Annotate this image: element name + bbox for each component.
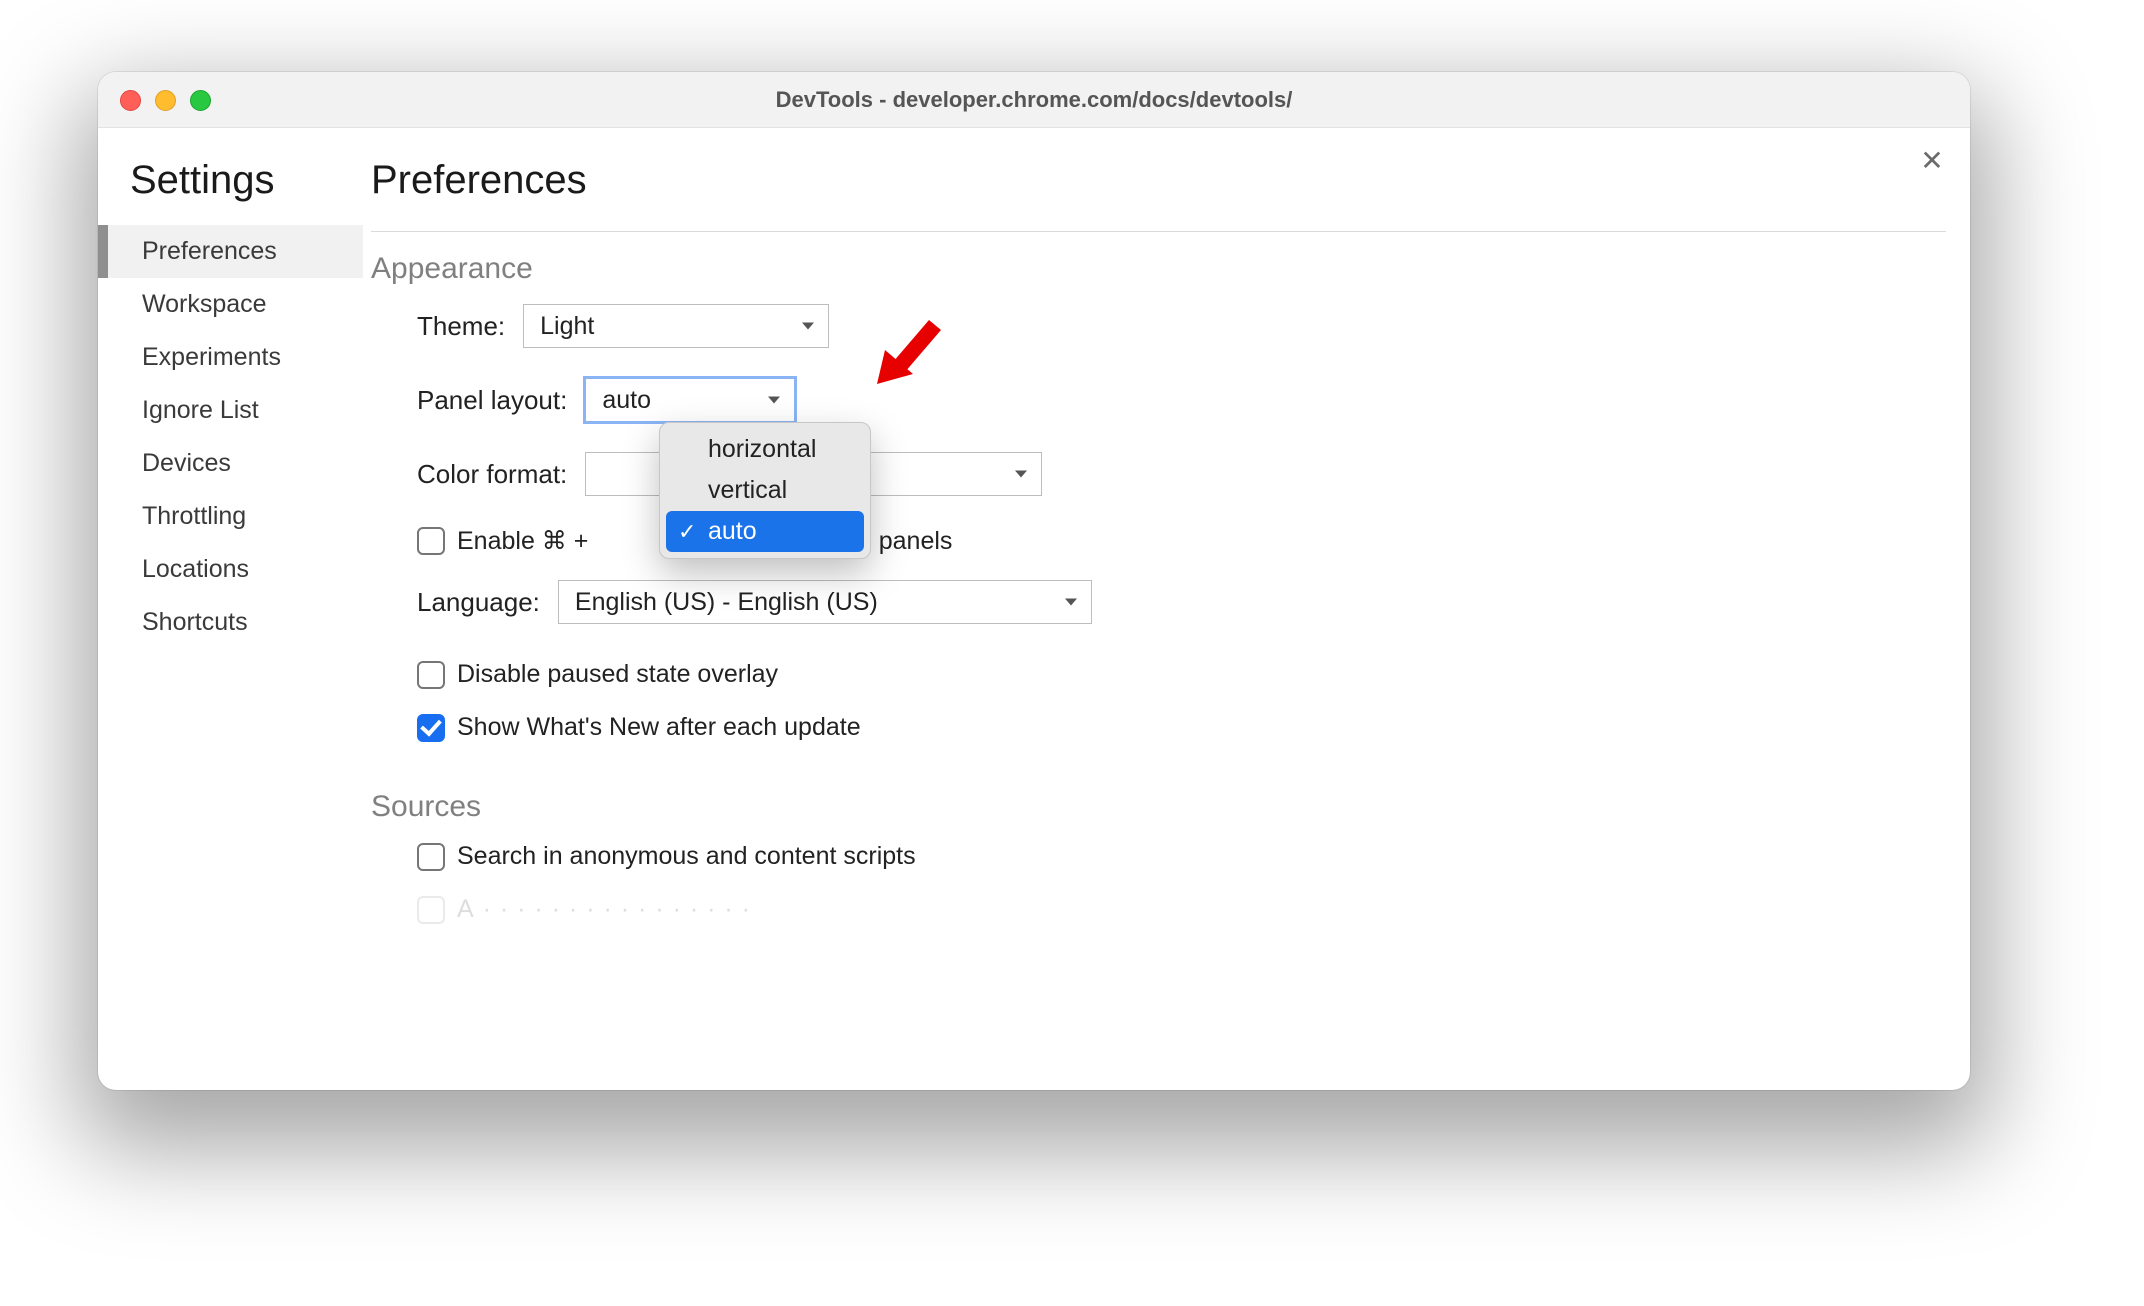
sidebar-item-throttling[interactable]: Throttling <box>98 490 363 543</box>
row-search-anon[interactable]: Search in anonymous and content scripts <box>417 842 1942 871</box>
settings-body: Settings PreferencesWorkspaceExperiments… <box>98 128 1970 1090</box>
theme-select[interactable]: Light <box>523 304 829 348</box>
panel-layout-select[interactable]: auto <box>585 378 795 422</box>
panel-layout-value: auto <box>602 386 651 415</box>
row-color-format: Color format: <box>417 452 1942 496</box>
annotation-arrow-icon <box>871 314 945 390</box>
whats-new-label: Show What's New after each update <box>457 713 861 742</box>
sidebar-item-preferences[interactable]: Preferences <box>98 225 363 278</box>
cutoff-checkbox <box>417 896 445 924</box>
window-title: DevTools - developer.chrome.com/docs/dev… <box>776 87 1293 113</box>
whats-new-checkbox[interactable] <box>417 714 445 742</box>
preferences-scroll[interactable]: Appearance Theme: Light Panel layout: au… <box>371 231 1946 1089</box>
row-cutoff: A · · · · · · · · · · · · · · · · <box>417 895 1942 924</box>
close-window-icon[interactable] <box>120 90 141 111</box>
sidebar-item-ignore-list[interactable]: Ignore List <box>98 384 363 437</box>
sidebar-item-workspace[interactable]: Workspace <box>98 278 363 331</box>
check-icon <box>678 519 696 545</box>
chevron-down-icon <box>1065 599 1077 606</box>
settings-sidebar: Settings PreferencesWorkspaceExperiments… <box>98 128 363 1090</box>
search-anon-checkbox[interactable] <box>417 843 445 871</box>
row-language: Language: English (US) - English (US) <box>417 580 1942 624</box>
disable-paused-label: Disable paused state overlay <box>457 660 778 689</box>
sidebar-item-devices[interactable]: Devices <box>98 437 363 490</box>
search-anon-label: Search in anonymous and content scripts <box>457 842 916 871</box>
row-panel-layout: Panel layout: auto <box>417 378 1942 422</box>
mac-titlebar: DevTools - developer.chrome.com/docs/dev… <box>98 72 1970 128</box>
disable-paused-checkbox[interactable] <box>417 661 445 689</box>
theme-value: Light <box>540 312 594 341</box>
chevron-down-icon <box>768 397 780 404</box>
maximize-window-icon[interactable] <box>190 90 211 111</box>
panel-layout-option-horizontal[interactable]: horizontal <box>666 429 864 470</box>
sidebar-item-shortcuts[interactable]: Shortcuts <box>98 596 363 649</box>
enable-shortcut-checkbox[interactable] <box>417 527 445 555</box>
row-disable-paused[interactable]: Disable paused state overlay <box>417 660 1942 689</box>
settings-title: Settings <box>130 158 363 203</box>
language-label: Language: <box>417 587 540 618</box>
row-whats-new[interactable]: Show What's New after each update <box>417 713 1942 742</box>
traffic-lights <box>120 90 211 111</box>
color-format-label: Color format: <box>417 459 567 490</box>
enable-shortcut-label-prefix: Enable ⌘ + <box>457 526 588 556</box>
option-label: auto <box>708 517 757 545</box>
chevron-down-icon <box>1015 471 1027 478</box>
sidebar-item-experiments[interactable]: Experiments <box>98 331 363 384</box>
panel-layout-dropdown[interactable]: horizontal vertical auto <box>659 422 871 559</box>
panel-layout-label: Panel layout: <box>417 385 567 416</box>
theme-label: Theme: <box>417 311 505 342</box>
section-sources: Sources <box>371 790 1942 824</box>
page-title: Preferences <box>371 158 1946 203</box>
minimize-window-icon[interactable] <box>155 90 176 111</box>
row-enable-shortcut[interactable]: Enable ⌘ + switch panels <box>417 526 1942 556</box>
chevron-down-icon <box>802 323 814 330</box>
row-theme: Theme: Light <box>417 304 1942 348</box>
language-value: English (US) - English (US) <box>575 588 878 617</box>
panel-layout-option-vertical[interactable]: vertical <box>666 470 864 511</box>
sidebar-item-locations[interactable]: Locations <box>98 543 363 596</box>
settings-main: Preferences Appearance Theme: Light Pane… <box>363 128 1970 1090</box>
devtools-settings-window: DevTools - developer.chrome.com/docs/dev… <box>98 72 1970 1090</box>
language-select[interactable]: English (US) - English (US) <box>558 580 1092 624</box>
panel-layout-option-auto[interactable]: auto <box>666 511 864 552</box>
option-label: vertical <box>708 476 787 504</box>
section-appearance: Appearance <box>371 252 1942 286</box>
option-label: horizontal <box>708 435 816 463</box>
